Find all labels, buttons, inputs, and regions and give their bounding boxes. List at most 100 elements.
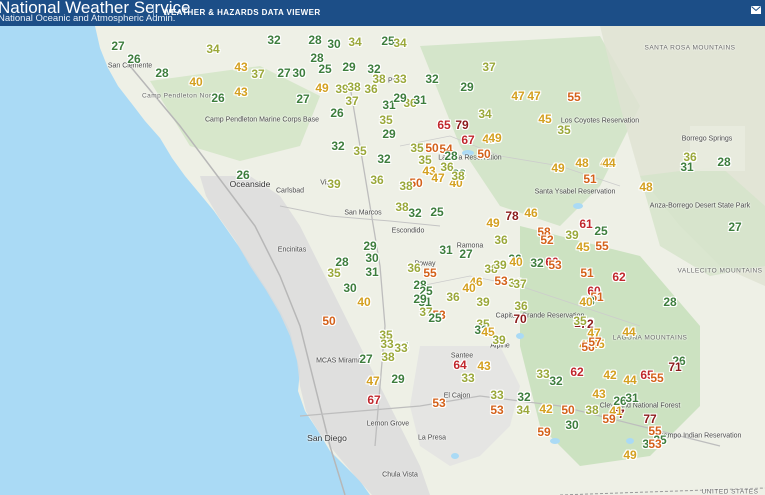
observation-marker[interactable]: 34: [478, 108, 491, 120]
observation-marker[interactable]: 33: [393, 73, 406, 85]
observation-marker[interactable]: 49: [551, 162, 564, 174]
observation-marker[interactable]: 27: [728, 221, 741, 233]
observation-marker[interactable]: 44: [602, 157, 615, 169]
observation-marker[interactable]: 38: [372, 73, 385, 85]
observation-marker[interactable]: 67: [367, 394, 380, 406]
observation-marker[interactable]: 37: [251, 68, 264, 80]
observation-marker[interactable]: 25: [318, 63, 331, 75]
observation-marker[interactable]: 27: [359, 353, 372, 365]
observation-marker[interactable]: 53: [648, 438, 661, 450]
observation-marker[interactable]: 31: [680, 161, 693, 173]
observation-marker[interactable]: 55: [650, 372, 663, 384]
observation-marker[interactable]: 29: [382, 128, 395, 140]
observation-marker[interactable]: 36: [407, 262, 420, 274]
observation-marker[interactable]: 65: [437, 119, 450, 131]
observation-marker[interactable]: 35: [557, 124, 570, 136]
observation-marker[interactable]: 25: [594, 225, 607, 237]
observation-marker[interactable]: 30: [292, 67, 305, 79]
observation-marker[interactable]: 38: [381, 351, 394, 363]
observation-marker[interactable]: 40: [189, 76, 202, 88]
observation-marker[interactable]: 32: [425, 73, 438, 85]
observation-marker[interactable]: 32: [267, 34, 280, 46]
observation-marker[interactable]: 36: [446, 291, 459, 303]
observation-marker[interactable]: 35: [353, 145, 366, 157]
observation-marker[interactable]: 33: [394, 342, 407, 354]
observation-marker[interactable]: 27: [111, 40, 124, 52]
observation-marker[interactable]: 47: [511, 90, 524, 102]
observation-marker[interactable]: 32: [517, 391, 530, 403]
observation-marker[interactable]: 47: [366, 375, 379, 387]
observation-marker[interactable]: 53: [432, 397, 445, 409]
observation-marker[interactable]: 47: [527, 90, 540, 102]
observation-marker[interactable]: 34: [206, 43, 219, 55]
observation-marker[interactable]: 64: [453, 359, 466, 371]
observation-marker[interactable]: 43: [234, 86, 247, 98]
observation-marker[interactable]: 35: [379, 114, 392, 126]
observation-marker[interactable]: 52: [540, 234, 553, 246]
observation-marker[interactable]: 33: [380, 338, 393, 350]
observation-marker[interactable]: 42: [603, 369, 616, 381]
observation-marker[interactable]: 62: [612, 271, 625, 283]
observation-marker[interactable]: 61: [579, 218, 592, 230]
observation-marker[interactable]: 30: [365, 252, 378, 264]
observation-marker[interactable]: 26: [330, 107, 343, 119]
observation-marker[interactable]: 32: [331, 140, 344, 152]
observation-marker[interactable]: 31: [413, 94, 426, 106]
observation-marker[interactable]: 25: [428, 312, 441, 324]
observation-marker[interactable]: 28: [155, 67, 168, 79]
observation-marker[interactable]: 27: [277, 67, 290, 79]
map-view[interactable]: San Clemente Camp Pendleton North Camp Pen…: [0, 26, 765, 495]
observation-marker[interactable]: 32: [408, 207, 421, 219]
observation-marker[interactable]: 37: [345, 95, 358, 107]
observation-marker[interactable]: 30: [327, 38, 340, 50]
observation-marker[interactable]: 48: [575, 157, 588, 169]
observation-marker[interactable]: 79: [455, 119, 468, 131]
observation-marker[interactable]: 32: [530, 257, 543, 269]
observation-marker[interactable]: 49: [623, 449, 636, 461]
observation-marker[interactable]: 49: [486, 217, 499, 229]
observation-marker[interactable]: 55: [595, 240, 608, 252]
observation-marker[interactable]: 71: [668, 361, 681, 373]
observation-marker[interactable]: 32: [549, 375, 562, 387]
observation-marker[interactable]: 48: [639, 181, 652, 193]
observation-marker[interactable]: 42: [539, 403, 552, 415]
observation-marker[interactable]: 50: [322, 315, 335, 327]
observation-marker[interactable]: 33: [461, 372, 474, 384]
observation-marker[interactable]: 35: [418, 154, 431, 166]
observation-marker[interactable]: 46: [524, 207, 537, 219]
observation-marker[interactable]: 45: [538, 113, 551, 125]
observation-marker[interactable]: 53: [548, 259, 561, 271]
observation-marker[interactable]: 36: [370, 174, 383, 186]
observation-marker[interactable]: 62: [570, 366, 583, 378]
observation-marker[interactable]: 57: [588, 336, 601, 348]
observation-marker[interactable]: 43: [234, 61, 247, 73]
observation-marker[interactable]: 34: [393, 37, 406, 49]
observation-marker[interactable]: 45: [576, 241, 589, 253]
observation-marker[interactable]: 43: [477, 360, 490, 372]
observation-marker[interactable]: 39: [493, 259, 506, 271]
observation-marker[interactable]: 78: [505, 210, 518, 222]
observation-marker[interactable]: 30: [565, 419, 578, 431]
observation-marker[interactable]: 32: [377, 153, 390, 165]
observation-marker[interactable]: 40: [357, 296, 370, 308]
observation-marker[interactable]: 39: [327, 178, 340, 190]
observation-marker[interactable]: 28: [663, 296, 676, 308]
observation-marker[interactable]: 29: [391, 373, 404, 385]
observation-marker[interactable]: 26: [236, 169, 249, 181]
observation-marker[interactable]: 25: [430, 206, 443, 218]
observation-marker[interactable]: 34: [348, 36, 361, 48]
observation-marker[interactable]: 29: [413, 293, 426, 305]
observation-marker[interactable]: 29: [393, 92, 406, 104]
observation-marker[interactable]: 70: [513, 313, 526, 325]
observation-marker[interactable]: 67: [461, 134, 474, 146]
observation-marker[interactable]: 28: [717, 156, 730, 168]
observation-marker[interactable]: 50: [477, 148, 490, 160]
observation-marker[interactable]: 35: [573, 315, 586, 327]
observation-marker[interactable]: 50: [561, 404, 574, 416]
observation-marker[interactable]: 38: [347, 81, 360, 93]
observation-marker[interactable]: 39: [476, 296, 489, 308]
observation-marker[interactable]: 31: [439, 244, 452, 256]
observation-marker[interactable]: 38: [451, 170, 464, 182]
observation-marker[interactable]: 36: [514, 300, 527, 312]
observation-marker[interactable]: 29: [342, 61, 355, 73]
